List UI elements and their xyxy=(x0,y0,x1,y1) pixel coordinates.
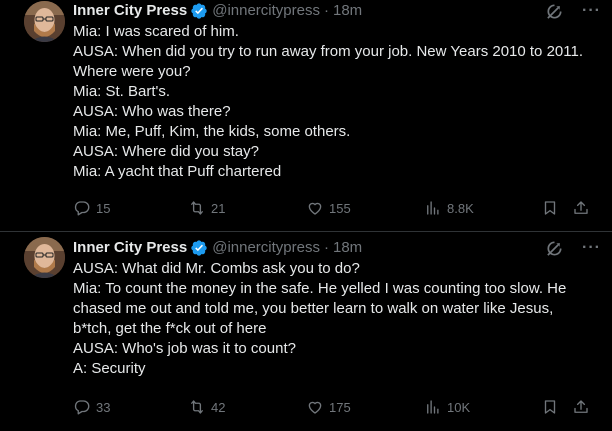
reply-icon xyxy=(74,201,90,216)
share-button[interactable] xyxy=(572,199,590,217)
display-name[interactable]: Inner City Press xyxy=(73,0,187,22)
like-button[interactable]: 175 xyxy=(306,398,351,416)
tweet-text-line: Mia: A yacht that Puff chartered xyxy=(73,163,282,180)
views-icon xyxy=(427,400,439,414)
like-button[interactable]: 155 xyxy=(306,199,351,217)
tweet[interactable]: Inner City Press @innercitypress · 18m ·… xyxy=(0,232,612,431)
display-name[interactable]: Inner City Press xyxy=(73,237,187,259)
handle[interactable]: @innercitypress xyxy=(212,0,320,22)
like-count: 175 xyxy=(329,399,351,415)
more-icon[interactable]: ··· xyxy=(582,0,600,22)
share-icon xyxy=(574,400,588,413)
bookmark-icon xyxy=(544,201,556,215)
like-icon xyxy=(308,401,322,414)
tweet-actions: 15 21 155 8.8K xyxy=(73,198,600,218)
views-icon xyxy=(427,201,439,215)
tweet-text-line: b*tch, get the f*ck out of here xyxy=(73,320,267,337)
verified-badge-icon[interactable] xyxy=(190,2,208,20)
reply-count: 15 xyxy=(96,200,111,216)
share-icon xyxy=(574,201,588,214)
timestamp[interactable]: 18m xyxy=(333,0,362,22)
reply-button[interactable]: 15 xyxy=(73,199,110,217)
views-button[interactable]: 8.8K xyxy=(424,199,474,217)
repost-button[interactable]: 42 xyxy=(188,398,225,416)
tweet-actions: 33 42 175 10K xyxy=(73,397,600,417)
bookmark-button[interactable] xyxy=(541,199,559,217)
tweet-text-line: AUSA: Who's job was it to count? xyxy=(73,340,296,357)
tweet-text-line: Where were you? xyxy=(73,63,191,80)
tweet-text: Mia: I was scared of him. AUSA: When did… xyxy=(73,22,600,182)
separator-dot: · xyxy=(323,2,329,19)
tweet-text-line: A: Security xyxy=(73,360,146,377)
share-button[interactable] xyxy=(572,398,590,416)
avatar[interactable] xyxy=(24,237,65,278)
timestamp[interactable]: 18m xyxy=(333,237,362,259)
grok-icon[interactable] xyxy=(545,2,564,21)
repost-count: 21 xyxy=(211,200,226,216)
avatar[interactable] xyxy=(24,1,65,42)
views-button[interactable]: 10K xyxy=(424,398,470,416)
tweet-text-line: Mia: I was scared of him. xyxy=(73,23,239,40)
reply-button[interactable]: 33 xyxy=(73,398,110,416)
reply-icon xyxy=(74,400,90,415)
repost-icon xyxy=(191,201,203,215)
tweet-header: Inner City Press @innercitypress · 18m ·… xyxy=(73,237,600,259)
tweet-text-line: AUSA: When did you try to run away from … xyxy=(73,43,583,60)
tweet[interactable]: Inner City Press @innercitypress · 18m ·… xyxy=(0,0,612,232)
tweet-text-line: chased me out and told me, you better le… xyxy=(73,300,554,317)
tweet-text-line: Mia: To count the money in the safe. He … xyxy=(73,280,567,297)
views-count: 8.8K xyxy=(447,200,474,216)
tweet-header: Inner City Press @innercitypress · 18m ·… xyxy=(73,0,600,22)
grok-icon[interactable] xyxy=(545,239,564,258)
bookmark-icon xyxy=(544,400,556,414)
verified-badge-icon[interactable] xyxy=(190,239,208,257)
tweet-text-line: AUSA: Where did you stay? xyxy=(73,143,259,160)
tweet-text-line: Mia: St. Bart's. xyxy=(73,83,171,100)
repost-button[interactable]: 21 xyxy=(188,199,225,217)
repost-icon xyxy=(191,400,203,414)
views-count: 10K xyxy=(447,399,471,415)
more-icon[interactable]: ··· xyxy=(582,237,600,259)
repost-count: 42 xyxy=(211,399,226,415)
reply-count: 33 xyxy=(96,399,111,415)
bookmark-button[interactable] xyxy=(541,398,559,416)
handle[interactable]: @innercitypress xyxy=(212,237,320,259)
tweet-text-line: Mia: Me, Puff, Kim, the kids, some other… xyxy=(73,123,351,140)
like-count: 155 xyxy=(329,200,351,216)
tweet-text-line: AUSA: What did Mr. Combs ask you to do? xyxy=(73,260,360,277)
like-icon xyxy=(308,202,322,215)
tweet-text-line: AUSA: Who was there? xyxy=(73,103,231,120)
tweet-text: AUSA: What did Mr. Combs ask you to do? … xyxy=(73,259,600,379)
separator-dot: · xyxy=(323,239,329,256)
